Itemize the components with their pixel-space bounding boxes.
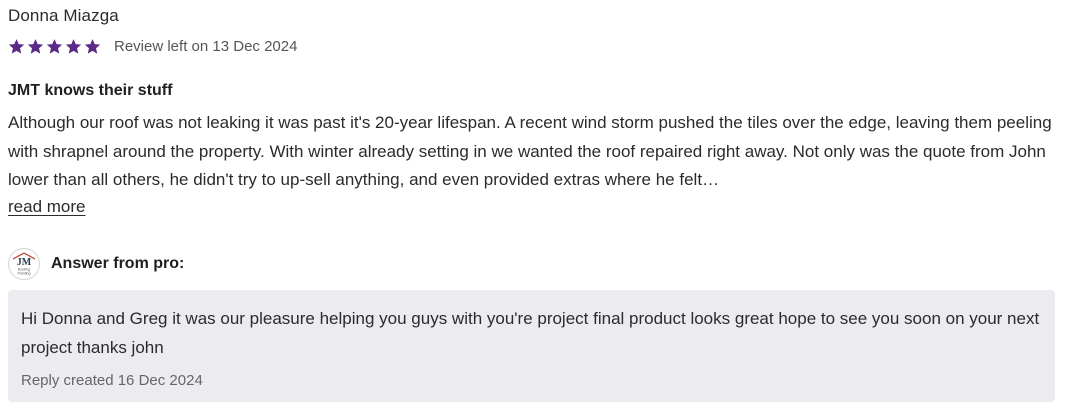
rating-row: Review left on 13 Dec 2024 (8, 38, 297, 55)
star-icon (84, 39, 101, 54)
review-title: JMT knows their stuff (8, 82, 173, 99)
reviewer-name: Donna Miazga (8, 6, 119, 25)
star-icon (46, 39, 63, 54)
answer-label: Answer from pro: (51, 255, 185, 272)
read-more-link[interactable]: read more (8, 193, 85, 221)
star-icon (65, 39, 82, 54)
review-body: Although our roof was not leaking it was… (8, 113, 1052, 189)
answer-header: JM Roofing Painting Answer from pro: (8, 248, 184, 280)
reply-box: Hi Donna and Greg it was our pleasure he… (8, 290, 1055, 402)
logo-monogram: JM (17, 257, 32, 268)
star-rating (8, 38, 101, 55)
review-date: Review left on 13 Dec 2024 (114, 38, 298, 55)
reply-date: Reply created 16 Dec 2024 (21, 372, 203, 389)
jmt-roofing-logo-icon: JM Roofing Painting (12, 252, 36, 276)
star-icon (27, 39, 44, 54)
logo-line-2: Painting (18, 272, 31, 276)
reply-text: Hi Donna and Greg it was our pleasure he… (21, 309, 1040, 357)
star-icon (8, 39, 25, 54)
pro-logo-icon: JM Roofing Painting (8, 248, 40, 280)
